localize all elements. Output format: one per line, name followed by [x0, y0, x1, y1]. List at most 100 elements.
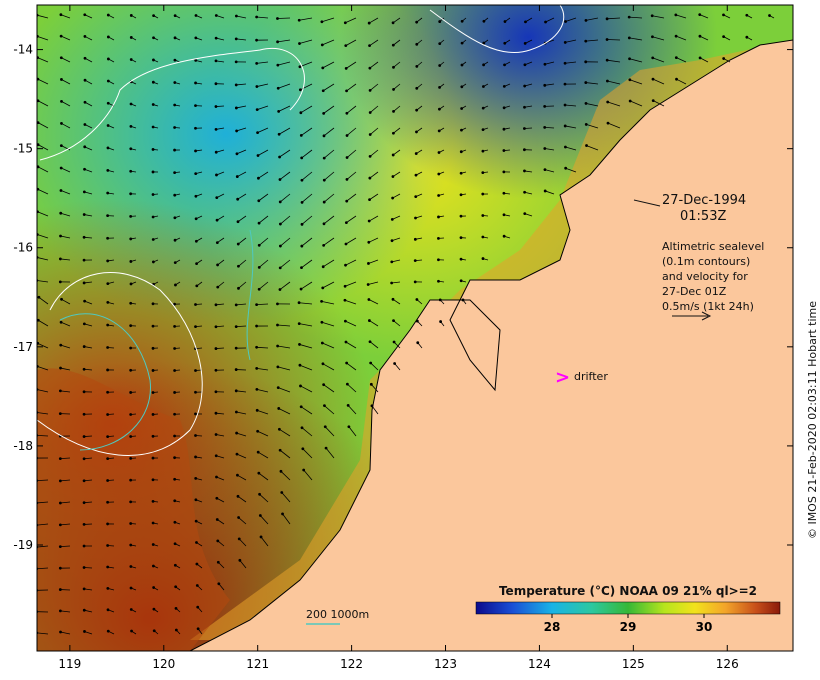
velocity-arrow-head [522, 148, 526, 152]
velocity-arrow-head [503, 63, 506, 67]
velocity-arrow-head [345, 156, 349, 159]
velocity-arrow-head [173, 81, 177, 84]
velocity-arrow-head [106, 282, 110, 285]
velocity-arrow-head [414, 216, 417, 220]
date-label: 27-Dec-1994 [662, 193, 746, 208]
velocity-arrow-head [106, 346, 110, 349]
velocity-arrow-head [347, 425, 351, 429]
velocity-arrow-head [151, 193, 155, 196]
velocity-arrow-head [256, 131, 259, 135]
velocity-arrow-head [255, 15, 259, 19]
velocity-arrow-head [236, 197, 240, 201]
velocity-arrow-head [460, 85, 464, 89]
velocity-arrow-head [106, 301, 110, 304]
velocity-arrow-head [461, 298, 465, 302]
velocity-arrow-head [502, 170, 506, 174]
velocity-arrow-head [413, 280, 417, 284]
velocity-arrow-head [502, 191, 506, 195]
velocity-arrow-head [437, 279, 440, 283]
velocity-arrow-head [106, 565, 110, 569]
velocity-arrow-head [59, 56, 63, 60]
velocity-arrow-head [481, 257, 485, 260]
velocity-arrow-head [82, 235, 86, 239]
velocity-arrow-head [415, 42, 419, 46]
velocity-arrow-head [106, 457, 110, 461]
velocity-arrow-head [194, 104, 197, 107]
velocity-arrow-head [367, 219, 371, 223]
velocity-arrow-head [236, 473, 239, 477]
velocity-arrow-head [173, 148, 176, 152]
velocity-arrow-head [214, 82, 218, 86]
velocity-arrow-head [502, 106, 506, 110]
velocity-arrow-head [276, 17, 279, 20]
velocity-arrow-head [674, 56, 678, 60]
velocity-arrow-head [173, 563, 177, 567]
velocity-arrow-head [173, 520, 177, 524]
velocity-arrow-head [83, 630, 86, 633]
velocity-arrow-head [503, 41, 507, 45]
velocity-arrow-head [345, 177, 349, 181]
velocity-arrow-head [58, 412, 62, 416]
velocity-arrow-head [298, 363, 302, 367]
velocity-arrow-head [129, 413, 133, 416]
velocity-arrow-head [255, 108, 259, 112]
velocity-arrow-head [343, 319, 347, 323]
velocity-arrow-head [106, 124, 110, 127]
colorbar-tick-label: 30 [696, 620, 713, 634]
velocity-arrow-head [58, 389, 62, 393]
velocity-arrow-head [256, 450, 260, 454]
velocity-arrow-head [106, 79, 110, 83]
velocity-arrow-head [698, 34, 702, 38]
velocity-arrow-head [481, 149, 485, 153]
velocity-arrow-head [459, 150, 463, 154]
velocity-arrow-head [297, 322, 301, 326]
velocity-arrow-head [214, 127, 218, 131]
velocity-arrow-head [255, 408, 259, 412]
velocity-arrow-head [151, 434, 155, 438]
velocity-arrow-head [481, 171, 485, 175]
velocity-arrow-head [322, 111, 326, 115]
velocity-arrow-head [276, 386, 280, 390]
velocity-arrow-head [59, 166, 63, 170]
velocity-arrow-head [651, 56, 655, 60]
velocity-arrow-head [322, 178, 326, 182]
velocity-arrow-head [584, 60, 588, 64]
lon-tick-label: 121 [246, 657, 269, 671]
velocity-arrow-head [390, 218, 394, 221]
velocity-arrow-head [415, 298, 419, 301]
velocity-arrow-head [37, 295, 41, 299]
velocity-arrow-head [368, 154, 372, 158]
velocity-arrow-head [82, 213, 86, 216]
velocity-arrow-head [367, 240, 371, 244]
velocity-arrow-head [173, 238, 177, 242]
velocity-arrow-head [235, 175, 239, 178]
velocity-arrow-head [235, 452, 239, 456]
velocity-arrow-head [564, 166, 568, 170]
velocity-arrow-head [722, 13, 725, 17]
velocity-arrow-head [194, 519, 198, 523]
velocity-arrow-head [278, 178, 282, 181]
velocity-arrow-head [563, 41, 567, 44]
velocity-arrow-head [584, 102, 588, 105]
velocity-arrow-head [195, 262, 198, 266]
velocity-arrow-head [106, 479, 110, 482]
velocity-arrow-head [234, 106, 238, 110]
velocity-arrow-head [237, 537, 241, 541]
velocity-arrow-head [278, 244, 282, 248]
velocity-arrow-head [481, 128, 485, 132]
velocity-arrow-head [482, 63, 486, 67]
velocity-arrow-head [106, 259, 110, 263]
velocity-arrow-head [129, 608, 133, 611]
velocity-arrow-head [298, 42, 301, 45]
velocity-arrow-head [196, 627, 200, 631]
velocity-arrow-head [129, 260, 133, 263]
velocity-arrow-head [278, 288, 282, 291]
colorbar-title: Temperature (°C) NOAA 09 21% ql>=2 [499, 584, 757, 598]
velocity-arrow-head [391, 153, 395, 157]
velocity-arrow-head [482, 85, 485, 88]
velocity-arrow-head [299, 384, 302, 388]
velocity-arrow-head [322, 156, 326, 160]
velocity-arrow-head [437, 129, 441, 133]
altimetry-line: and velocity for [662, 270, 748, 283]
velocity-arrow-head [459, 193, 463, 197]
